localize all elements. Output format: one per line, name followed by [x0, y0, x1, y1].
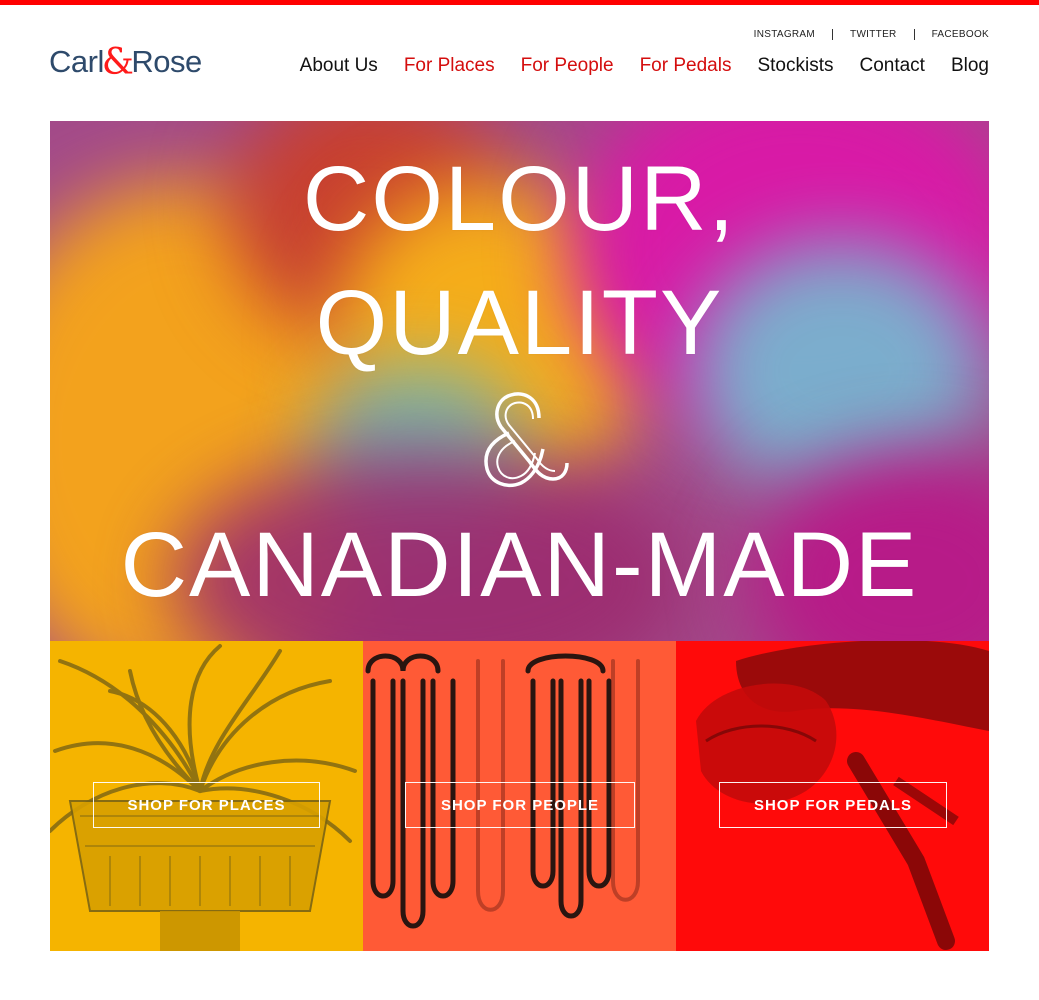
instagram-link[interactable]: INSTAGRAM [754, 29, 815, 40]
shop-for-pedals-button[interactable]: SHOP FOR PEDALS [719, 782, 947, 828]
brand-logo[interactable]: Carl&Rose [49, 40, 202, 83]
hero-headline: COLOUR, QUALITY CANADIAN-MADE [50, 121, 989, 641]
shop-for-people-button[interactable]: SHOP FOR PEOPLE [405, 782, 635, 828]
hero-banner: COLOUR, QUALITY CANADIAN-MADE [50, 121, 989, 641]
tile-people[interactable]: SHOP FOR PEOPLE [363, 641, 676, 951]
logo-text-carl: Carl [49, 44, 104, 79]
social-divider [913, 29, 915, 40]
hero-line-quality: QUALITY [315, 272, 724, 374]
hero-line-colour: COLOUR, [302, 148, 737, 250]
nav-stockists[interactable]: Stockists [757, 55, 833, 77]
nav-blog[interactable]: Blog [951, 55, 989, 77]
social-divider [832, 29, 834, 40]
nav-for-people[interactable]: For People [521, 55, 614, 77]
top-accent-bar [0, 0, 1039, 5]
tile-pedals[interactable]: SHOP FOR PEDALS [676, 641, 989, 951]
ampersand-icon [484, 392, 569, 488]
shop-for-places-button[interactable]: SHOP FOR PLACES [93, 782, 320, 828]
nav-about-us[interactable]: About Us [300, 55, 378, 77]
facebook-link[interactable]: FACEBOOK [932, 29, 989, 40]
nav-for-places[interactable]: For Places [404, 55, 495, 77]
tile-places[interactable]: SHOP FOR PLACES [50, 641, 363, 951]
main-nav: About Us For Places For People For Pedal… [274, 55, 989, 77]
logo-ampersand: & [101, 42, 134, 83]
hero-line-canadian-made: CANADIAN-MADE [120, 514, 919, 616]
social-links: INSTAGRAM TWITTER FACEBOOK [754, 29, 989, 40]
nav-for-pedals[interactable]: For Pedals [640, 55, 732, 77]
twitter-link[interactable]: TWITTER [850, 29, 897, 40]
nav-contact[interactable]: Contact [859, 55, 924, 77]
logo-text-rose: Rose [131, 44, 202, 79]
